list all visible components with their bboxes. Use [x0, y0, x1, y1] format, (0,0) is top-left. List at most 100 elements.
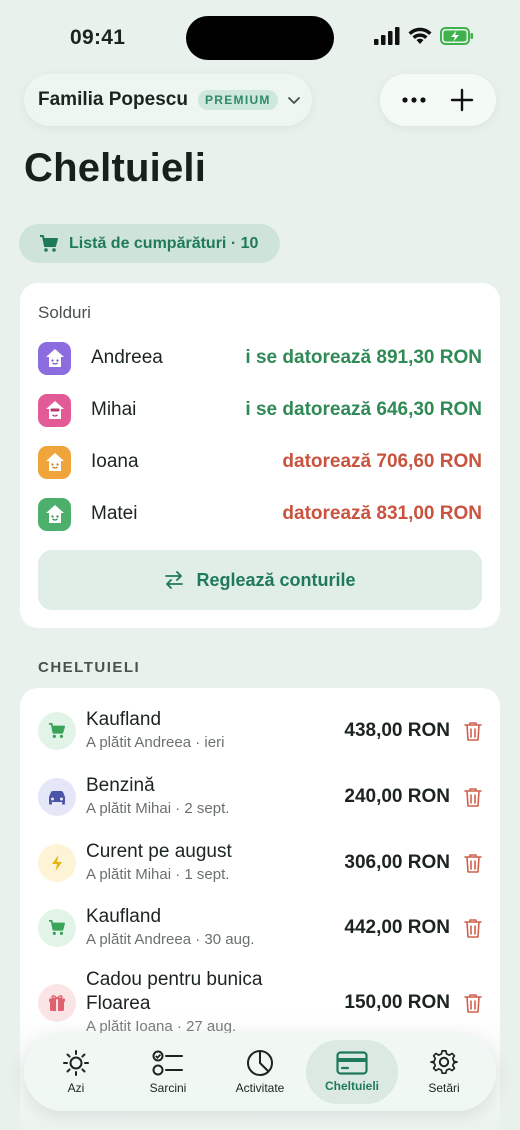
settle-accounts-button[interactable]: Reglează conturile — [38, 550, 482, 610]
cart-icon — [49, 722, 65, 738]
status-time: 09:41 — [70, 26, 126, 49]
tab-setari[interactable]: Setări — [398, 1040, 490, 1104]
tab-label: Azi — [67, 1081, 85, 1095]
house-icon — [45, 401, 64, 419]
family-selector[interactable]: Familia Popescu PREMIUM — [24, 74, 312, 126]
house-icon — [45, 453, 64, 471]
checklist-icon — [152, 1050, 183, 1076]
tab-cheltuieli[interactable]: Cheltuieli — [306, 1040, 398, 1104]
tab-label: Setări — [428, 1081, 460, 1095]
dynamic-island — [186, 16, 334, 60]
expense-subtitle: A plătit Andreea · 30 aug. — [86, 931, 255, 948]
tab-label: Sarcini — [149, 1081, 187, 1095]
trash-icon — [464, 853, 482, 873]
delete-expense-button[interactable] — [462, 992, 484, 1014]
expense-row[interactable]: Curent pe august A plătit Mihai · 1 sept… — [38, 840, 484, 885]
trash-icon — [464, 721, 482, 741]
balance-name: Ioana — [91, 451, 139, 472]
balance-amount: datorează 831,00 RON — [282, 503, 482, 524]
expense-subtitle: A plătit Mihai · 2 sept. — [86, 800, 230, 817]
house-icon — [45, 349, 64, 367]
avatar — [38, 341, 71, 375]
delete-expense-button[interactable] — [462, 786, 484, 808]
expense-amount: 150,00 RON — [344, 991, 450, 1013]
cart-icon — [40, 234, 58, 252]
page-title: Cheltuieli — [24, 146, 207, 190]
settle-accounts-label: Reglează conturile — [196, 569, 356, 590]
balance-amount: i se datorează 891,30 RON — [245, 347, 482, 368]
expense-title: Benzină — [86, 775, 155, 796]
avatar — [38, 497, 71, 531]
swap-arrows-icon — [165, 571, 184, 589]
gift-icon — [49, 994, 65, 1011]
expense-icon — [38, 983, 76, 1022]
status-icons — [374, 27, 474, 45]
tab-azi[interactable]: Azi — [30, 1040, 122, 1104]
expense-title: Cadou pentru bunica Floarea — [86, 969, 263, 1014]
expense-row[interactable]: Kaufland A plătit Andreea · 30 aug. 442,… — [38, 905, 484, 950]
delete-expense-button[interactable] — [462, 720, 484, 742]
balances-card: Solduri Andreea i se datorează 891,30 RO… — [20, 283, 500, 628]
shopping-list-label: Listă de cumpărături · 10 — [69, 234, 259, 252]
balance-amount: i se datorează 646,30 RON — [245, 399, 482, 420]
balance-row-andreea[interactable]: Andreea i se datorează 891,30 RON — [38, 341, 482, 375]
balance-name: Andreea — [91, 347, 163, 368]
family-name: Familia Popescu — [38, 89, 188, 110]
balance-row-matei[interactable]: Matei datorează 831,00 RON — [38, 497, 482, 531]
delete-expense-button[interactable] — [462, 917, 484, 939]
balance-row-ioana[interactable]: Ioana datorează 706,60 RON — [38, 445, 482, 479]
expense-subtitle: A plătit Mihai · 1 sept. — [86, 866, 230, 883]
card-icon — [336, 1051, 368, 1075]
add-button[interactable] — [444, 82, 480, 118]
battery-charging-icon — [440, 27, 473, 45]
gear-icon — [430, 1050, 458, 1075]
tab-label: Cheltuieli — [324, 1079, 379, 1093]
tab-activitate[interactable]: Activitate — [214, 1040, 306, 1104]
expense-row[interactable]: Kaufland A plătit Andreea · ieri 438,00 … — [38, 708, 484, 753]
expense-amount: 240,00 RON — [344, 785, 450, 807]
lightning-icon — [52, 854, 62, 871]
more-button[interactable] — [396, 82, 432, 118]
house-icon — [45, 505, 64, 523]
tab-label: Activitate — [235, 1081, 285, 1095]
expense-row[interactable]: Cadou pentru bunica Floarea A plătit Ioa… — [38, 968, 484, 1037]
avatar — [38, 445, 71, 479]
trash-icon — [464, 918, 482, 938]
tab-sarcini[interactable]: Sarcini — [122, 1040, 214, 1104]
delete-expense-button[interactable] — [462, 852, 484, 874]
trash-icon — [464, 787, 482, 807]
tab-bar: Azi Sarcini Activitate Cheltuieli Setări — [24, 1033, 496, 1111]
status-bar: 09:41 — [0, 0, 520, 72]
balance-amount: datorează 706,60 RON — [282, 451, 482, 472]
expense-icon — [38, 777, 76, 816]
expense-icon — [38, 908, 76, 947]
signal-icon — [374, 27, 400, 45]
expenses-section-header: CHELTUIELI — [38, 659, 141, 676]
balance-name: Matei — [91, 503, 138, 524]
expense-icon — [38, 843, 76, 882]
cart-icon — [49, 919, 65, 935]
expense-title: Kaufland — [86, 906, 162, 927]
expense-icon — [38, 711, 76, 750]
avatar — [38, 393, 71, 427]
plus-icon — [450, 88, 474, 112]
expense-row[interactable]: Benzină A plătit Mihai · 2 sept. 240,00 … — [38, 774, 484, 819]
balance-row-mihai[interactable]: Mihai i se datorează 646,30 RON — [38, 393, 482, 427]
wifi-icon — [408, 27, 432, 44]
expense-title: Kaufland — [86, 709, 162, 730]
expense-amount: 442,00 RON — [344, 916, 450, 938]
car-icon — [49, 790, 65, 804]
expense-title: Curent pe august — [86, 841, 232, 862]
expense-subtitle: A plătit Andreea · ieri — [86, 734, 225, 751]
premium-badge: PREMIUM — [197, 90, 278, 110]
balance-name: Mihai — [91, 399, 137, 420]
sun-icon — [63, 1050, 89, 1076]
header-actions — [380, 74, 496, 126]
pie-chart-icon — [247, 1050, 273, 1076]
chevron-down-icon — [287, 97, 300, 104]
balances-label: Solduri — [38, 303, 91, 322]
expense-amount: 438,00 RON — [344, 719, 450, 741]
trash-icon — [464, 993, 482, 1013]
expense-amount: 306,00 RON — [344, 851, 450, 873]
shopping-list-button[interactable]: Listă de cumpărături · 10 — [19, 224, 280, 263]
